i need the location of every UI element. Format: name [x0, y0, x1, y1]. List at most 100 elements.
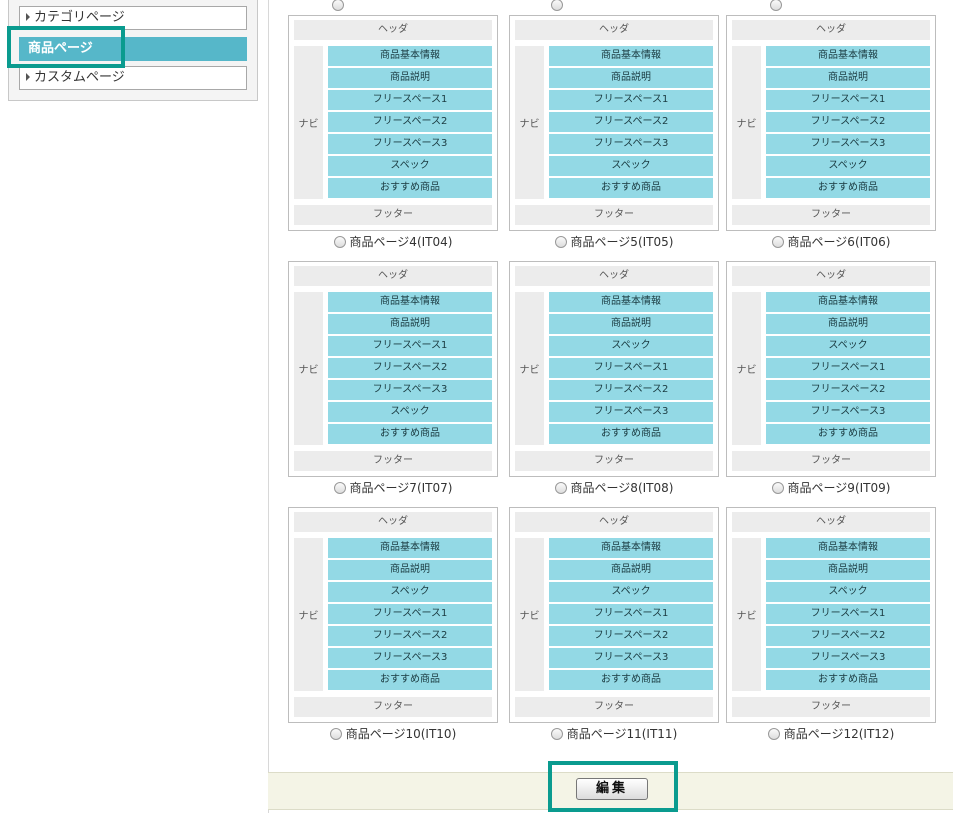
layout-block: フリースペース1: [328, 336, 492, 356]
sidebar-item-label: カテゴリページ: [34, 10, 125, 25]
layout-block: スペック: [766, 336, 930, 356]
layout-header: ヘッダ: [732, 266, 930, 286]
main-divider: [268, 0, 269, 813]
layout-footer: フッター: [515, 697, 713, 717]
layout-block: フリースペース2: [328, 358, 492, 378]
radio-icon[interactable]: [554, 482, 567, 494]
layout-block: おすすめ商品: [766, 178, 930, 198]
layout-block: 商品説明: [549, 560, 713, 580]
layout-footer: フッター: [515, 451, 713, 471]
layout-block: スペック: [549, 336, 713, 356]
template-card[interactable]: ヘッダ ナビ 商品基本情報 商品説明 スペック フリースペース1 フリースペース2 フリースペ…: [288, 507, 498, 723]
layout-nav: ナビ: [515, 292, 544, 445]
layout-footer: フッター: [294, 697, 492, 717]
triangle-right-icon: [26, 73, 30, 81]
template-radio-option[interactable]: 商品ページ4(IT04): [288, 234, 498, 250]
layout-block: フリースペース3: [328, 648, 492, 668]
template-caption: 商品ページ12(IT12): [783, 727, 895, 741]
template-card[interactable]: ヘッダ ナビ 商品基本情報 商品説明 スペック フリースペース1 フリースペース2 フリースペ…: [509, 261, 719, 477]
layout-header: ヘッダ: [515, 512, 713, 532]
template-radio-option[interactable]: 商品ページ9(IT09): [726, 480, 936, 496]
layout-block: フリースペース3: [328, 380, 492, 400]
layout-block: おすすめ商品: [766, 670, 930, 690]
template-card[interactable]: ヘッダ ナビ 商品基本情報 商品説明 フリースペース1 フリースペース2 フリースペース3 ス…: [509, 15, 719, 231]
template-caption: 商品ページ5(IT05): [570, 235, 674, 249]
template-radio-option[interactable]: 商品ページ11(IT11): [509, 726, 719, 742]
layout-block: スペック: [328, 582, 492, 602]
sidebar-item-category-page[interactable]: カテゴリページ: [19, 6, 247, 30]
layout-block: 商品説明: [328, 560, 492, 580]
layout-nav: ナビ: [732, 538, 761, 691]
sidebar-item-label: 商品ページ: [28, 41, 93, 56]
layout-block: フリースペース3: [549, 648, 713, 668]
layout-block: フリースペース1: [766, 90, 930, 110]
template-card[interactable]: ヘッダナビ 商品基本情報 商品説明 フリースペース1 フリースペース2 フリースペース3 ス…: [288, 261, 498, 477]
template-card[interactable]: ヘッダ ナビ 商品基本情報 商品説明 スペック フリースペース1 フリースペース2 フリースペ…: [726, 261, 936, 477]
template-radio-option[interactable]: 商品ページ8(IT08): [509, 480, 719, 496]
layout-block: おすすめ商品: [328, 670, 492, 690]
layout-block: スペック: [549, 156, 713, 176]
template-card[interactable]: ヘッダ ナビ 商品基本情報 商品説明 フリースペース1 フリースペース2 フリースペース3 ス…: [726, 15, 936, 231]
radio-icon: [332, 0, 344, 11]
template-card[interactable]: ヘッダ ナビ 商品基本情報 商品説明 スペック フリースペース1 フリースペース2 フリースペ…: [509, 507, 719, 723]
radio-icon[interactable]: [771, 482, 784, 494]
edit-button[interactable]: 編集: [576, 778, 648, 800]
layout-nav: ナビ: [294, 538, 323, 691]
radio-icon[interactable]: [771, 236, 784, 248]
template-radio-option[interactable]: 商品ページ12(IT12): [726, 726, 936, 742]
layout-footer: フッター: [294, 451, 492, 471]
radio-icon[interactable]: [329, 728, 342, 740]
layout-header: ヘッダ: [732, 512, 930, 532]
layout-block: フリースペース3: [766, 648, 930, 668]
layout-block: 商品説明: [766, 560, 930, 580]
layout-block: フリースペース1: [766, 604, 930, 624]
radio-icon[interactable]: [554, 236, 567, 248]
radio-icon[interactable]: [333, 482, 346, 494]
layout-header: ヘッダ: [294, 266, 492, 286]
template-caption: 商品ページ9(IT09): [787, 481, 891, 495]
layout-nav: ナビ: [515, 46, 544, 199]
layout-nav: ナビ: [294, 46, 323, 199]
layout-block: おすすめ商品: [549, 178, 713, 198]
radio-icon[interactable]: [333, 236, 346, 248]
layout-footer: フッター: [515, 205, 713, 225]
template-card[interactable]: ヘッダ ナビ 商品基本情報 商品説明 スペック フリースペース1 フリースペース2 フリースペ…: [726, 507, 936, 723]
sidebar-item-custom-page[interactable]: カスタムページ: [19, 66, 247, 90]
layout-block: フリースペース2: [766, 380, 930, 400]
template-radio-option[interactable]: 商品ページ6(IT06): [726, 234, 936, 250]
template-radio-option[interactable]: 商品ページ5(IT05): [509, 234, 719, 250]
template-caption: 商品ページ8(IT08): [570, 481, 674, 495]
layout-block: フリースペース3: [328, 134, 492, 154]
layout-block: フリースペース2: [328, 626, 492, 646]
layout-block: スペック: [549, 582, 713, 602]
template-caption: 商品ページ7(IT07): [349, 481, 453, 495]
layout-nav: ナビ: [732, 46, 761, 199]
layout-block: 商品基本情報: [328, 292, 492, 312]
radio-icon: [551, 0, 563, 11]
layout-block: おすすめ商品: [328, 178, 492, 198]
layout-block: 商品基本情報: [549, 46, 713, 66]
layout-block: スペック: [328, 402, 492, 422]
radio-icon[interactable]: [550, 728, 563, 740]
template-card[interactable]: ヘッダ ナビ 商品基本情報 商品説明 フリースペース1 フリースペース2 フリースペース3 ス…: [288, 15, 498, 231]
sidebar-item-product-page[interactable]: 商品ページ: [19, 37, 247, 61]
layout-block: フリースペース2: [549, 626, 713, 646]
layout-nav: ナビ: [294, 292, 323, 445]
layout-footer: フッター: [294, 205, 492, 225]
layout-nav: ナビ: [732, 292, 761, 445]
layout-block: おすすめ商品: [766, 424, 930, 444]
layout-block: 商品説明: [328, 68, 492, 88]
template-radio-option[interactable]: 商品ページ10(IT10): [288, 726, 498, 742]
template-radio-option[interactable]: 商品ページ7(IT07): [288, 480, 498, 496]
layout-block: スペック: [766, 582, 930, 602]
layout-block: 商品基本情報: [549, 292, 713, 312]
layout-block: おすすめ商品: [328, 424, 492, 444]
layout-block: フリースペース3: [766, 134, 930, 154]
layout-header: ヘッダ: [515, 20, 713, 40]
radio-icon[interactable]: [767, 728, 780, 740]
layout-block: 商品説明: [328, 314, 492, 334]
layout-block: スペック: [328, 156, 492, 176]
layout-block: フリースペース1: [549, 604, 713, 624]
layout-header: ヘッダ: [732, 20, 930, 40]
layout-block: 商品基本情報: [766, 292, 930, 312]
